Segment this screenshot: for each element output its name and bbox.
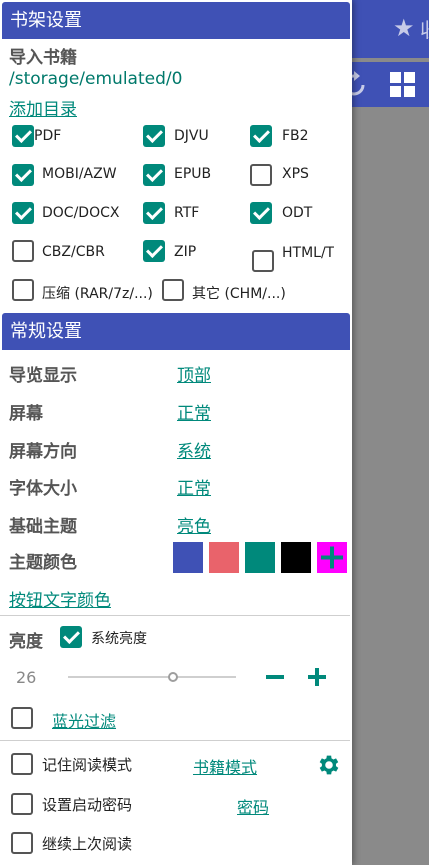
startup-password-label: 设置启动密码 bbox=[42, 796, 133, 814]
format-label-html-txt: HTML/TXT bbox=[282, 245, 334, 261]
general-settings-header: 常规设置 bbox=[2, 313, 350, 350]
system-brightness-checkbox[interactable] bbox=[60, 626, 82, 648]
base-theme-label: 基础主题 bbox=[9, 517, 77, 537]
screen-label: 屏幕 bbox=[9, 404, 43, 424]
brightness-label: 亮度 bbox=[9, 632, 43, 652]
star-icon[interactable]: ★ bbox=[393, 14, 415, 42]
remember-mode-label: 记住阅读模式 bbox=[42, 756, 133, 774]
system-brightness-label: 系统亮度 bbox=[91, 631, 147, 647]
format-checkbox-rar-7z[interactable] bbox=[12, 279, 34, 301]
screen-orientation-label: 屏幕方向 bbox=[9, 442, 77, 462]
format-checkbox-xps[interactable] bbox=[250, 164, 272, 186]
format-checkbox-odt[interactable] bbox=[250, 202, 272, 224]
brightness-value: 26 bbox=[16, 668, 37, 687]
blue-filter-checkbox[interactable] bbox=[11, 707, 33, 729]
nav-display-label: 导览显示 bbox=[9, 366, 77, 386]
plus-icon-v bbox=[315, 668, 319, 686]
format-checkbox-html-txt[interactable] bbox=[252, 250, 274, 272]
background-toolbar bbox=[340, 0, 429, 58]
import-books-label: 导入书籍 bbox=[9, 48, 77, 68]
format-label-pdf: PDF bbox=[34, 128, 62, 144]
divider bbox=[0, 740, 350, 741]
format-checkbox-epub[interactable] bbox=[143, 164, 165, 186]
format-checkbox-mobi-azw[interactable] bbox=[12, 164, 34, 186]
continue-reading-label: 继续上次阅读 bbox=[42, 835, 133, 853]
book-mode-link[interactable]: 书籍模式 bbox=[193, 754, 257, 778]
remember-mode-checkbox[interactable] bbox=[11, 753, 33, 775]
format-label-mobi-azw: MOBI/AZW bbox=[42, 166, 117, 182]
font-size-value[interactable]: 正常 bbox=[177, 474, 211, 499]
format-checkbox-doc-docx[interactable] bbox=[12, 202, 34, 224]
nav-display-value[interactable]: 顶部 bbox=[177, 361, 211, 386]
add-theme-color-button[interactable] bbox=[317, 542, 347, 573]
format-label-epub: EPUB bbox=[174, 166, 212, 182]
format-label-rar-7z: 压缩 (RAR/7z/...) bbox=[42, 286, 153, 302]
divider bbox=[0, 615, 350, 616]
format-label-chm: 其它 (CHM/...) bbox=[192, 286, 286, 302]
screen-value[interactable]: 正常 bbox=[177, 399, 211, 424]
format-label-odt: ODT bbox=[282, 205, 313, 221]
theme-color-label: 主题颜色 bbox=[9, 553, 77, 573]
screen-orientation-value[interactable]: 系统 bbox=[177, 437, 211, 462]
format-checkbox-djvu[interactable] bbox=[143, 125, 165, 147]
theme-swatch-coral[interactable] bbox=[209, 542, 239, 573]
format-label-doc-docx: DOC/DOCX bbox=[42, 205, 120, 221]
font-size-label: 字体大小 bbox=[9, 479, 77, 499]
button-text-color-link[interactable]: 按钮文字颜色 bbox=[9, 586, 111, 611]
blue-filter-link[interactable]: 蓝光过滤 bbox=[52, 708, 116, 732]
brightness-slider-thumb[interactable] bbox=[168, 672, 178, 682]
format-checkbox-rtf[interactable] bbox=[143, 202, 165, 224]
brightness-slider-track[interactable] bbox=[68, 676, 236, 678]
bookshelf-settings-header: 书架设置 bbox=[2, 2, 350, 39]
startup-password-checkbox[interactable] bbox=[11, 793, 33, 815]
format-checkbox-pdf[interactable] bbox=[12, 125, 34, 147]
format-checkbox-zip[interactable] bbox=[143, 240, 165, 262]
format-label-xps: XPS bbox=[282, 166, 309, 182]
format-checkbox-fb2[interactable] bbox=[250, 125, 272, 147]
settings-drawer: 书架设置 导入书籍 /storage/emulated/0 添加目录 PDF DJ… bbox=[0, 0, 352, 865]
password-link[interactable]: 密码 bbox=[237, 794, 269, 818]
theme-swatch-teal[interactable] bbox=[245, 542, 275, 573]
theme-swatch-black[interactable] bbox=[281, 542, 311, 573]
base-theme-value[interactable]: 亮色 bbox=[177, 512, 211, 537]
continue-reading-checkbox[interactable] bbox=[11, 832, 33, 854]
format-checkbox-cbz-cbr[interactable] bbox=[12, 240, 34, 262]
plus-icon bbox=[321, 546, 343, 569]
format-label-zip: ZIP bbox=[174, 244, 197, 260]
format-label-cbz-cbr: CBZ/CBR bbox=[42, 244, 105, 260]
format-checkbox-chm[interactable] bbox=[162, 279, 184, 301]
format-label-fb2: FB2 bbox=[282, 128, 309, 144]
background-tab-label[interactable]: 收 bbox=[420, 14, 429, 43]
format-label-djvu: DJVU bbox=[174, 128, 209, 144]
gear-icon[interactable] bbox=[316, 752, 342, 778]
format-label-rtf: RTF bbox=[174, 205, 200, 221]
grid-view-icon[interactable] bbox=[390, 72, 416, 98]
brightness-decrease-button[interactable] bbox=[266, 675, 284, 679]
add-directory-link[interactable]: 添加目录 bbox=[9, 95, 77, 120]
theme-swatch-indigo[interactable] bbox=[173, 542, 203, 573]
storage-path: /storage/emulated/0 bbox=[9, 69, 183, 89]
